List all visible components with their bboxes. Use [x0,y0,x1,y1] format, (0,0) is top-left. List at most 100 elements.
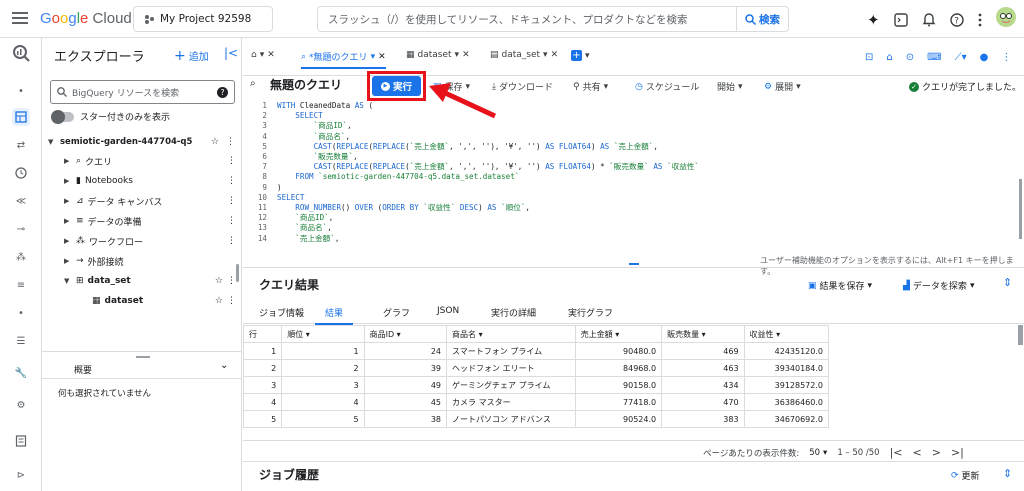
tree-item-data-canvas[interactable]: ▶ ⊿ データ キャンバス ⋮ [64,192,236,210]
table-scrollbar[interactable] [1018,325,1023,345]
first-page-icon[interactable]: |< [890,446,903,459]
expand-collapse-icon[interactable]: ⇕ [1003,467,1012,480]
partner-center-icon[interactable]: ≡ [12,276,30,294]
column-header[interactable]: 売上金額 ▾ [574,325,663,343]
pipelines-icon[interactable]: ⊸ [12,220,30,238]
scheduled-queries-icon[interactable] [12,164,30,182]
collapse-panel-icon[interactable]: |< [224,46,238,60]
nav-dot-icon[interactable]: • [12,304,30,322]
resize-handle[interactable] [136,356,150,358]
per-page-select[interactable]: 50 ▾ [809,448,827,458]
deploy-button[interactable]: ⚙ 展開 ▾ [764,80,801,94]
line-number: 8 [262,172,267,182]
table-row[interactable]: 1 1 24 スマートフォン プライム 90480.0 469 42435120.0 [243,342,830,360]
sql-editor[interactable]: 1 WITH CleanedData AS (2 SELECT 3 `商品ID`, 4… [243,99,1024,260]
column-header[interactable]: 収益性 ▾ [743,325,830,343]
home-tab[interactable]: ⌂ ▾ ✕ [251,50,275,60]
tab-data-set[interactable]: ▤ data_set ▾ ✕ [490,50,558,60]
main-menu-icon[interactable] [12,11,28,25]
last-page-icon[interactable]: >| [951,446,964,459]
tree-item-table[interactable]: ▦ dataset ☆ ⋮ [92,292,236,310]
keyboard-icon[interactable]: ⌨ [927,52,941,63]
cloud-shell-icon[interactable] [893,13,908,27]
analytics-hub-icon[interactable]: ≪ [12,192,30,210]
tree-item-workflows[interactable]: ▶ ⁂ ワークフロー ⋮ [64,232,236,250]
tree-item-dataset[interactable]: ▼ ⊞ data_set ☆ ⋮ [64,272,236,290]
resize-handle[interactable] [629,263,639,265]
more-options-icon[interactable] [978,13,982,27]
resource-search-input[interactable]: BigQuery リソースを検索 [72,86,212,99]
avatar[interactable] [995,7,1016,27]
add-button[interactable]: + 追加 [174,48,209,64]
download-button[interactable]: ⤓ ダウンロード [492,80,553,94]
table-row[interactable]: 2 2 39 ヘッドフォン エリート 84968.0 463 39340184.0 [243,359,830,377]
resource-search-field[interactable]: BigQuery リソースを検索 ? [50,80,235,104]
prev-page-icon[interactable]: < [913,446,922,459]
studio-icon[interactable] [12,108,30,126]
table-row[interactable]: 3 3 49 ゲーミングチェア プライム 90158.0 434 39128572.0 [243,376,830,394]
editor-scrollbar[interactable] [1019,179,1022,239]
star-icon[interactable]: ☆ [211,137,219,147]
wrench-icon[interactable]: 🔧 [12,364,30,382]
tree-project[interactable]: ▼ semiotic-garden-447704-q5 ☆ ⋮ [48,133,238,151]
schedule-button[interactable]: ◷ スケジュール [635,80,699,94]
new-tab-button[interactable]: + ▾ [571,50,590,61]
accessibility-hint: ユーザー補助機能のオプションを表示するには、Alt+F1 キーを押します。 [760,256,1014,276]
expand-rail-icon[interactable]: ⊳ [12,466,30,484]
table-cell: 39128572.0 [743,376,830,394]
overview-dot-icon[interactable]: • [12,82,30,100]
settings-outline-icon[interactable]: ⊙ [906,52,914,63]
bigquery-logo-icon[interactable] [12,44,30,62]
column-header[interactable]: 販売数量 ▾ [661,325,745,343]
more-options-icon[interactable]: ⋮ [1001,52,1011,63]
result-tab[interactable]: ジョブ情報 [259,306,304,323]
table-row[interactable]: 4 4 45 カメラ マスター 77418.0 470 36386460.0 [243,393,830,411]
result-tab[interactable]: 結果 [315,306,354,325]
explore-data-button[interactable]: ▟ データを探索 ▾ [903,279,974,293]
next-page-icon[interactable]: > [932,446,941,459]
gemini-icon[interactable]: ✦ [867,12,880,28]
settings-icon[interactable]: ⚙ [12,396,30,414]
dataform-icon[interactable]: ⁂ [12,248,30,266]
chevron-down-icon[interactable]: ⌄ [220,360,228,371]
help-icon[interactable]: ? [217,86,228,98]
expand-collapse-icon[interactable]: ⇕ [1003,276,1012,289]
tree-item-external-connections[interactable]: ▶ → 外部接続 [64,252,236,270]
column-header[interactable]: 行 [243,325,283,343]
data-transfer-icon[interactable]: ⇄ [12,136,30,154]
result-tab[interactable]: グラフ [383,306,410,323]
release-notes-icon[interactable] [12,432,30,450]
magic-icon[interactable]: ⟋▾ [955,52,967,63]
tree-item-notebooks[interactable]: ▶ ▮ Notebooks ⋮ [64,172,236,190]
more-options-icon[interactable]: ⋮ [223,137,238,147]
search-input[interactable]: スラッシュ（/）を使用してリソース、ドキュメント、プロダクトなどを検索 [318,12,736,27]
column-header[interactable]: 順位 ▾ [281,325,365,343]
search-bar[interactable]: スラッシュ（/）を使用してリソース、ドキュメント、プロダクトなどを検索 検索 [317,6,789,32]
start-button[interactable]: 開始 ▾ [717,80,743,94]
tab-dataset[interactable]: ▦ dataset ▾ ✕ [406,50,470,60]
share-button[interactable]: ⚲ 共有 ▾ [573,80,608,94]
search-button[interactable]: 検索 [736,7,788,31]
notifications-icon[interactable] [922,13,936,27]
project-selector[interactable]: My Project 92598 [133,6,273,32]
refresh-button[interactable]: ⟳ 更新 [951,469,980,483]
result-tab[interactable]: 実行グラフ [568,306,613,323]
help-icon[interactable]: ? [949,13,964,27]
tree-item-data-preparation[interactable]: ▶ ≡ データの準備 ⋮ [64,212,236,230]
table-row[interactable]: 5 5 38 ノートパソコン アドバンス 90524.0 383 34670692.0 [243,410,830,428]
column-header[interactable]: 商品名 ▾ [446,325,576,343]
save-results-button[interactable]: ▣ 結果を保存 ▾ [808,279,872,293]
result-tab[interactable]: 実行の詳細 [491,306,536,323]
link-icon[interactable]: ⊡ [865,52,873,63]
lightbulb-icon[interactable]: ● [980,52,989,63]
starred-toggle[interactable]: スター付きのみを表示 [51,109,170,124]
column-header[interactable]: 商品ID ▾ [363,325,448,343]
result-tab[interactable]: JSON [437,306,459,320]
scrollbar[interactable] [236,264,239,282]
run-button[interactable]: ▶ 実行 [372,76,421,96]
monitoring-icon[interactable]: ☰ [12,332,30,350]
tree-item-queries[interactable]: ▶ ⌕ クエリ ⋮ [64,152,236,170]
home-outline-icon[interactable]: ⌂ [886,52,892,63]
tab-untitled-query[interactable]: ⌕ *無題のクエリ ▾ ✕ [301,50,386,69]
google-cloud-logo[interactable]: Google Cloud [40,10,132,27]
